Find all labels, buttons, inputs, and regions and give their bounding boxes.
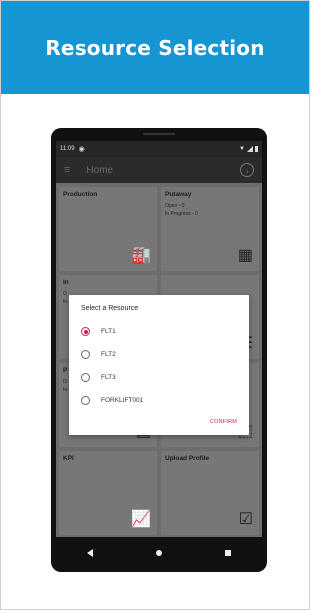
resource-option-flt3[interactable]: FLT3 — [81, 366, 237, 389]
hamburger-menu-icon[interactable]: ≡ — [64, 164, 70, 176]
notification-icon: ◉ — [78, 146, 85, 153]
tile-production[interactable]: Production 🏭 — [59, 187, 157, 271]
tile-title: Upload Profile — [165, 455, 210, 462]
page-title: Resource Selection — [45, 35, 265, 60]
chart-icon: 📈 — [131, 511, 151, 528]
tile-putaway[interactable]: Putaway Open - 0 In Progress - 0 ▦ — [161, 187, 259, 271]
resource-dialog: Select a Resource FLT1 FLT2 FLT3 FORKLIF… — [69, 295, 249, 435]
wifi-icon: ▼ — [239, 146, 245, 152]
phone-frame: 11:09 ◉ ▼ ≡ Home ↓ Production 🏭 Putaway … — [51, 128, 267, 572]
tile-title: Production — [63, 191, 98, 198]
dialog-title: Select a Resource — [81, 305, 139, 312]
option-label: FLT1 — [101, 328, 116, 335]
tile-upload-profile[interactable]: Upload Profile ☑ — [161, 451, 259, 535]
checkbox-icon: ☑ — [238, 511, 253, 528]
resource-option-forklift001[interactable]: FORKLIFT001 — [81, 389, 237, 412]
status-time: 11:09 — [60, 146, 75, 152]
status-bar: 11:09 ◉ ▼ — [56, 141, 262, 157]
option-label: FLT2 — [101, 351, 116, 358]
option-label: FORKLIFT001 — [101, 397, 144, 404]
home-icon[interactable] — [155, 550, 162, 556]
tile-title: KPI — [63, 455, 74, 462]
phone-speaker — [143, 133, 175, 135]
app-bar: ≡ Home ↓ — [56, 157, 262, 183]
tile-line: Open - 0 — [165, 203, 185, 209]
signal-icon — [247, 146, 253, 152]
tile-title: In — [63, 279, 69, 286]
tile-title: Putaway — [165, 191, 192, 198]
radio-button[interactable] — [81, 373, 90, 382]
android-nav-bar — [56, 537, 262, 569]
app-bar-title: Home — [86, 164, 114, 176]
radio-button[interactable] — [81, 350, 90, 359]
tile-line: In Progress - 0 — [165, 211, 198, 217]
battery-icon — [255, 146, 258, 152]
back-icon[interactable] — [87, 549, 94, 557]
radio-button[interactable] — [81, 327, 90, 336]
resource-option-flt2[interactable]: FLT2 — [81, 343, 237, 366]
phone-screen: 11:09 ◉ ▼ ≡ Home ↓ Production 🏭 Putaway … — [56, 141, 262, 537]
tile-kpi[interactable]: KPI 📈 — [59, 451, 157, 535]
option-label: FLT3 — [101, 374, 116, 381]
radio-button[interactable] — [81, 396, 90, 405]
header-banner: Resource Selection — [1, 1, 309, 94]
recent-apps-icon[interactable] — [224, 550, 231, 556]
shelves-icon: ▦ — [237, 247, 253, 264]
confirm-button[interactable]: CONFIRM — [210, 419, 237, 425]
download-icon[interactable]: ↓ — [240, 163, 254, 177]
factory-icon: 🏭 — [131, 247, 151, 264]
resource-option-flt1[interactable]: FLT1 — [81, 320, 237, 343]
